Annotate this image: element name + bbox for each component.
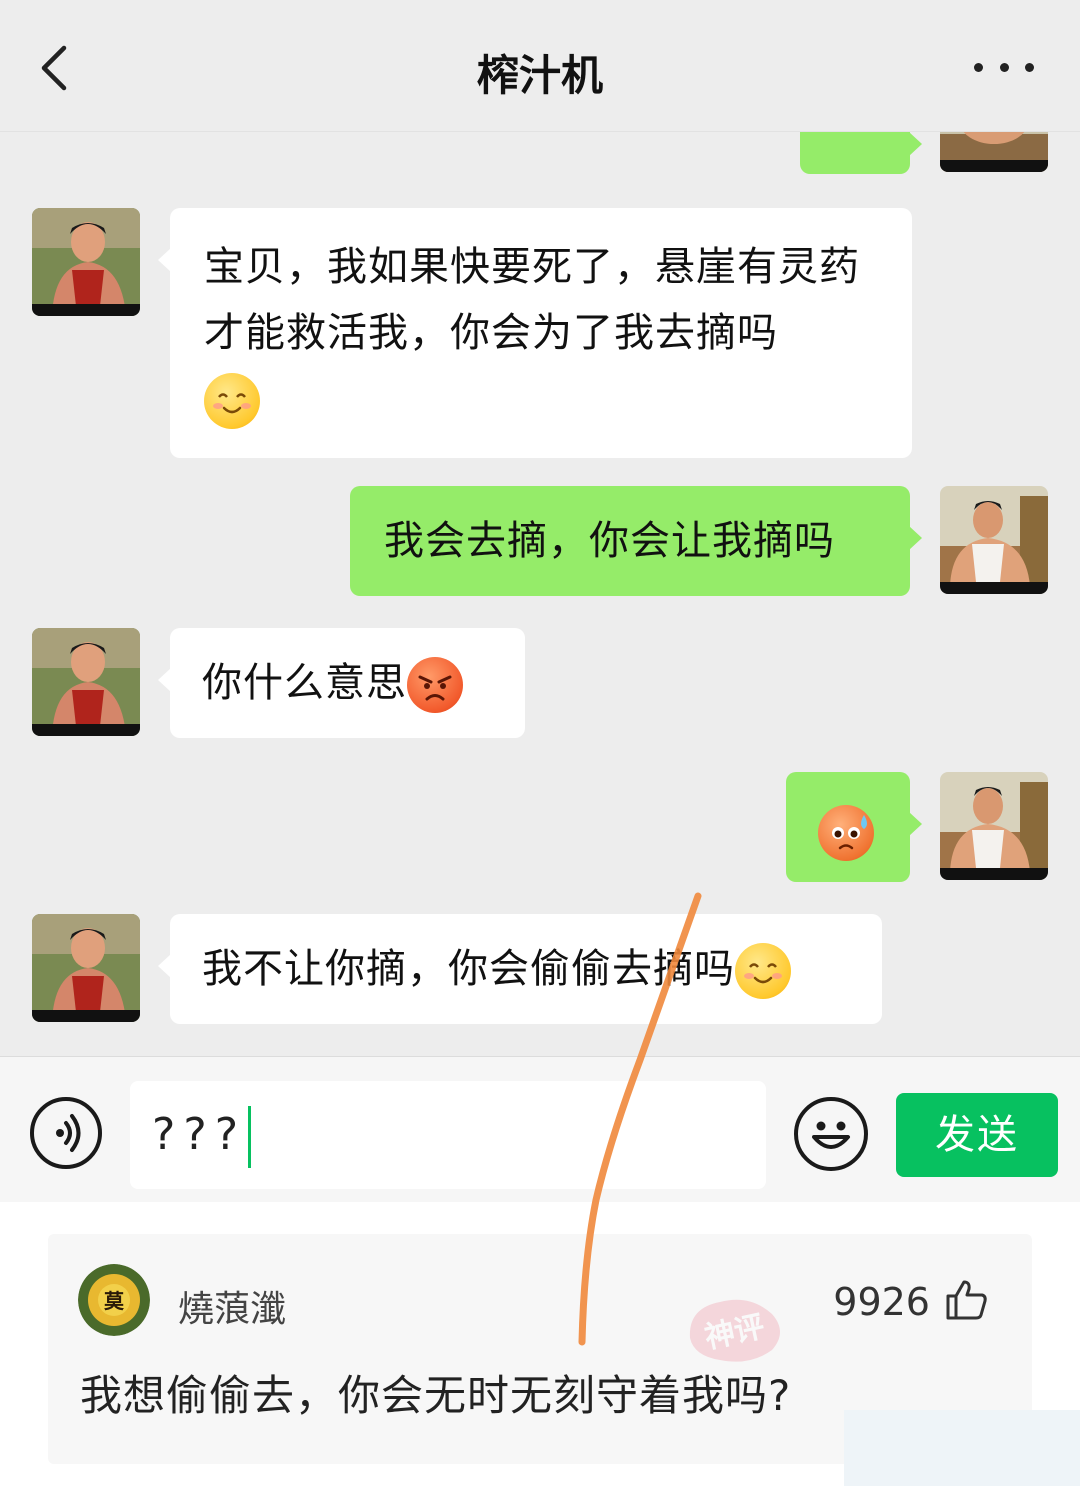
sweat-emoji-icon bbox=[818, 805, 874, 861]
avatar-contact[interactable] bbox=[32, 208, 140, 316]
like-count: 9926 bbox=[833, 1280, 930, 1324]
smile-emoji-icon bbox=[204, 373, 260, 429]
angry-emoji-icon bbox=[407, 657, 463, 713]
send-button[interactable]: 发送 bbox=[896, 1093, 1058, 1177]
comment-text: 我想偷偷去，你会无时无刻守着我吗? bbox=[80, 1371, 792, 1420]
message-text-1: 宝贝，我如果快要死了，悬崖有灵药才能救活我，你会为了我去摘吗 bbox=[204, 244, 860, 356]
smile-emoji-icon bbox=[735, 943, 791, 999]
message-bubble-3[interactable]: 你什么意思 bbox=[158, 628, 525, 738]
thumbs-up-icon[interactable] bbox=[944, 1278, 988, 1322]
message-input[interactable]: ??? bbox=[130, 1081, 766, 1189]
watermark-stamp: 神评 bbox=[680, 1288, 790, 1368]
message-bubble-5[interactable]: 我不让你摘，你会偷偷去摘吗 bbox=[158, 914, 882, 1024]
chat-title: 榨汁机 bbox=[476, 51, 603, 100]
text-cursor bbox=[248, 1106, 252, 1168]
emoji-picker-icon[interactable] bbox=[794, 1097, 868, 1171]
message-bubble-4[interactable] bbox=[786, 772, 922, 882]
message-text-3: 你什么意思 bbox=[202, 660, 407, 706]
message-list[interactable]: 宝贝，我如果快要死了，悬崖有灵药才能救活我，你会为了我去摘吗 我会去摘，你会让我… bbox=[0, 132, 1080, 1056]
avatar-self[interactable] bbox=[940, 772, 1048, 880]
message-text-2: 我会去摘，你会让我摘吗 bbox=[384, 518, 835, 564]
avatar-logo-text: 莫 bbox=[103, 1289, 125, 1313]
commenter-avatar[interactable]: 莫 bbox=[78, 1264, 150, 1336]
message-bubble-2[interactable]: 我会去摘，你会让我摘吗 bbox=[350, 486, 922, 596]
message-text-5: 我不让你摘，你会偷偷去摘吗 bbox=[202, 946, 735, 992]
avatar-self[interactable] bbox=[940, 486, 1048, 594]
voice-input-icon[interactable] bbox=[30, 1097, 102, 1169]
message-input-value: ??? bbox=[152, 1109, 247, 1160]
corner-patch bbox=[844, 1410, 1080, 1486]
message-bubble-1[interactable]: 宝贝，我如果快要死了，悬崖有灵药才能救活我，你会为了我去摘吗 bbox=[158, 208, 912, 458]
more-options-icon[interactable] bbox=[974, 52, 1034, 82]
message-bubble-partial bbox=[800, 132, 922, 174]
commenter-name[interactable]: 燒蒗瀸 bbox=[178, 1280, 286, 1332]
avatar-self[interactable] bbox=[940, 132, 1048, 172]
avatar-contact[interactable] bbox=[32, 914, 140, 1022]
input-bar: ??? 发送 bbox=[0, 1056, 1080, 1202]
avatar-contact[interactable] bbox=[32, 628, 140, 736]
chat-header: 榨汁机 bbox=[0, 0, 1080, 132]
